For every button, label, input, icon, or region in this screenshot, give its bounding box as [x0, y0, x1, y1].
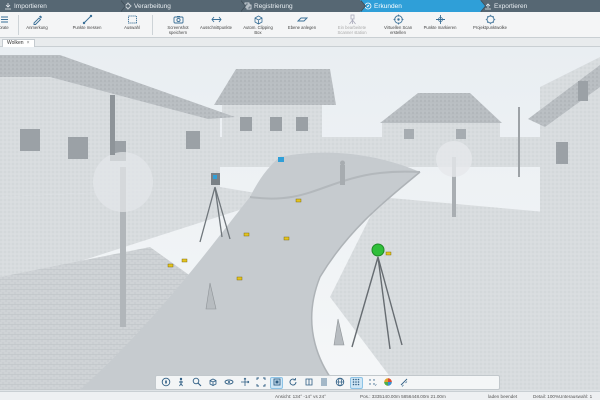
color-mode-tool[interactable] — [381, 377, 394, 389]
points-density-tool[interactable] — [349, 376, 363, 389]
measure-points-button[interactable]: Punkte messen — [68, 13, 106, 37]
slice-icon — [304, 377, 314, 389]
points-density-icon — [351, 377, 361, 389]
mark-points-label: Punkte markieren — [423, 25, 457, 30]
orbit-tool[interactable] — [223, 377, 236, 389]
workflow-tab-explore[interactable]: Erkunden — [360, 0, 486, 12]
zoom-icon — [192, 377, 202, 389]
clip-points-label: Ausschnittpunkte — [200, 25, 232, 30]
virtual-scan-label: Virtuellen Scan erstellen — [383, 25, 413, 35]
box-view-icon — [272, 377, 282, 389]
measure-tool-icon — [399, 377, 409, 389]
scanner-station-label: Ein bearbeitete Scanner station — [337, 25, 367, 35]
auto-clipping-box-button[interactable]: Autom. Clipping Box — [240, 13, 276, 37]
walk-tool[interactable] — [175, 377, 188, 389]
ribbon-orate-label: orate — [0, 25, 9, 30]
mark-points-icon — [435, 14, 446, 25]
screenshot-label: Screenshot speichern — [167, 25, 189, 35]
workflow-tab-export-label: Exportieren — [494, 2, 528, 10]
project-point-cloud-label: Projektpunktwolke — [473, 25, 507, 30]
fit-tool[interactable] — [254, 377, 267, 389]
globe-view-icon — [335, 377, 345, 389]
status-loading: laden beendet — [488, 394, 518, 399]
mark-points-button[interactable]: Punkte markieren — [420, 13, 460, 37]
pan-icon — [240, 377, 250, 389]
measure-icon — [82, 14, 93, 25]
selection-button[interactable]: Auswahl — [118, 13, 146, 37]
workflow-tab-import[interactable]: Importieren — [0, 0, 126, 12]
status-position: Pos.: 3335140.00m 5856448.00m 21.00m — [360, 394, 446, 399]
walk-icon — [176, 377, 186, 389]
rotate-view-icon — [288, 377, 298, 389]
pan-tool[interactable] — [238, 377, 251, 389]
workflow-tab-registration[interactable]: Registrierung — [240, 0, 366, 12]
plane-icon — [296, 14, 308, 25]
fit-icon — [256, 377, 266, 389]
view-cube-icon — [208, 377, 218, 389]
project-point-cloud-button[interactable]: Projektpunktwolke — [468, 13, 512, 37]
screenshot-button[interactable]: Screenshot speichern — [160, 13, 196, 37]
document-tab-label: Wolken — [7, 40, 24, 46]
grid-dots-tool[interactable] — [366, 377, 379, 389]
navigate-icon — [161, 377, 171, 389]
clipping-box-icon — [253, 14, 264, 25]
close-icon[interactable]: × — [27, 40, 30, 47]
point-cloud-viewport[interactable] — [0, 47, 600, 390]
document-tab-strip: Wolken × — [0, 38, 600, 47]
status-view: Ansicht: 134° -14° vs 24° — [275, 394, 326, 399]
scanner-station-icon — [347, 14, 358, 25]
document-tab[interactable]: Wolken × — [2, 39, 35, 47]
workflow-bar: Importieren Verarbeitung Registrierung E… — [0, 0, 600, 12]
color-mode-icon — [383, 377, 393, 389]
workflow-tab-explore-label: Erkunden — [374, 2, 402, 10]
viewport-toolbar — [155, 375, 500, 390]
workflow-tab-export[interactable]: Exportieren — [480, 0, 600, 12]
section-tool[interactable] — [318, 377, 331, 389]
measure-points-label: Punkte messen — [72, 25, 102, 30]
auto-clipping-box-label: Autom. Clipping Box — [243, 25, 273, 35]
scanner-station-button[interactable]: Ein bearbeitete Scanner station — [330, 13, 374, 37]
slice-tool[interactable] — [302, 377, 315, 389]
status-detail: Detail: 100% — [533, 394, 560, 399]
status-subsample: Unterauswahl: 1 — [559, 394, 593, 399]
rotate-view-tool[interactable] — [286, 377, 299, 389]
workflow-tab-import-label: Importieren — [14, 2, 47, 10]
point-cloud-scene — [0, 47, 600, 390]
status-bar: Ansicht: 134° -14° vs 24° Pos.: 3335140.… — [0, 391, 600, 400]
zoom-tool[interactable] — [191, 377, 204, 389]
point-cloud-icon — [485, 14, 496, 25]
import-icon — [4, 2, 12, 10]
select-icon — [127, 14, 138, 25]
workflow-tab-registration-label: Registrierung — [254, 2, 293, 10]
ribbon-orate-button[interactable]: orate — [0, 13, 14, 37]
camera-icon — [173, 14, 184, 25]
navigate-tool[interactable] — [159, 377, 172, 389]
section-icon — [319, 377, 329, 389]
selection-label: Auswahl — [124, 25, 140, 30]
create-plane-label: Ebene anlegen — [287, 25, 317, 30]
workflow-tab-processing[interactable]: Verarbeitung — [120, 0, 246, 12]
workflow-tab-processing-label: Verarbeitung — [134, 2, 171, 10]
clip-points-icon — [210, 14, 222, 25]
ribbon-toolbar: orate Anmerkung Punkte messen Auswahl Sc… — [0, 12, 600, 38]
grid-dots-icon — [367, 377, 377, 389]
orbit-icon — [224, 377, 234, 389]
annotation-icon — [32, 14, 43, 25]
measure-tool[interactable] — [397, 377, 410, 389]
globe-view-tool[interactable] — [334, 377, 347, 389]
list-icon — [0, 14, 10, 25]
view-cube-tool[interactable] — [207, 377, 220, 389]
virtual-scan-icon — [393, 14, 404, 25]
annotation-button[interactable]: Anmerkung — [22, 13, 52, 37]
box-view-tool[interactable] — [270, 376, 284, 389]
clip-points-button[interactable]: Ausschnittpunkte — [196, 13, 236, 37]
virtual-scan-button[interactable]: Virtuellen Scan erstellen — [378, 13, 418, 37]
annotation-label: Anmerkung — [26, 25, 48, 30]
create-plane-button[interactable]: Ebene anlegen — [284, 13, 320, 37]
